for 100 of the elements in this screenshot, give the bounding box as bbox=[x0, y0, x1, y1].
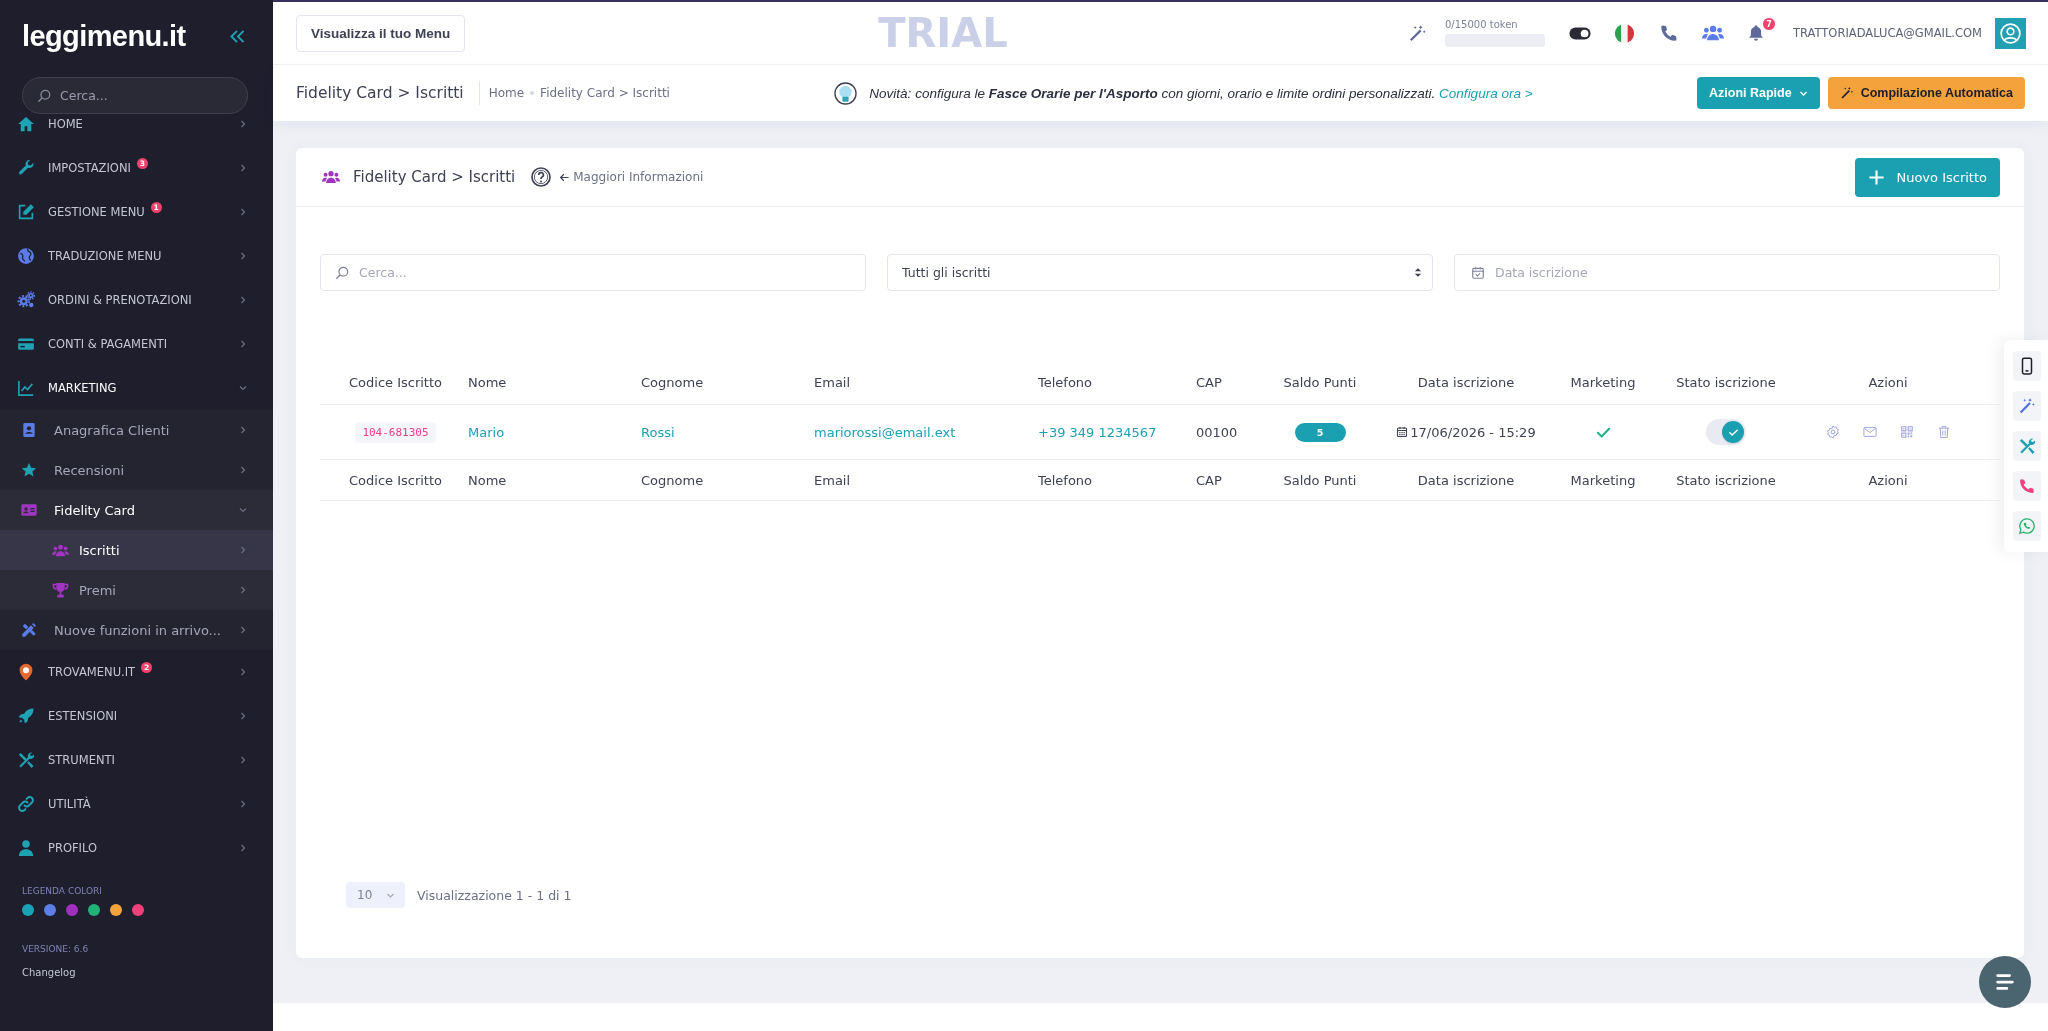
pencil-ruler-icon bbox=[21, 622, 37, 638]
sidebar-item[interactable]: Recensioni bbox=[0, 450, 273, 490]
sidebar-item[interactable]: ORDINI & PRENOTAZIONI bbox=[0, 278, 273, 322]
separator-dot-icon bbox=[530, 91, 535, 95]
page-title: Fidelity Card > Iscritti bbox=[296, 84, 464, 102]
sidebar-item[interactable]: Nuove funzioni in arrivo... bbox=[0, 610, 273, 650]
auto-fill-button[interactable]: Compilazione Automatica bbox=[1827, 77, 2025, 109]
magic-wand-icon bbox=[1839, 86, 1854, 100]
column-footer: Email bbox=[814, 472, 851, 488]
phone-icon[interactable] bbox=[2013, 471, 2041, 501]
search-icon bbox=[37, 88, 51, 103]
date-text: 17/06/2026 - 15:29 bbox=[1410, 424, 1536, 440]
qr-code-icon[interactable] bbox=[1899, 425, 1914, 439]
user-email[interactable]: TRATTORIADALUCA@GMAIL.COM bbox=[1793, 26, 1982, 40]
calendar-icon bbox=[1471, 265, 1485, 280]
column-header: Saldo Punti bbox=[1283, 374, 1357, 390]
sidebar-item[interactable]: ESTENSIONI bbox=[0, 694, 273, 738]
sidebar-item[interactable]: PROFILO bbox=[0, 826, 273, 870]
star-icon bbox=[21, 462, 37, 478]
member-code: 104-681305 bbox=[355, 421, 436, 443]
smartphone-icon[interactable] bbox=[2013, 351, 2041, 381]
column-footer: Stato iscrizione bbox=[1676, 472, 1776, 488]
user-icon bbox=[17, 839, 35, 857]
magic-wand-icon[interactable] bbox=[2013, 391, 2041, 421]
column-footer: Telefono bbox=[1038, 472, 1093, 488]
column-header: Stato iscrizione bbox=[1676, 374, 1776, 390]
more-info-link[interactable]: Maggiori Informazioni bbox=[559, 170, 704, 184]
search-field[interactable]: Cerca... bbox=[22, 77, 248, 114]
flag-icon[interactable] bbox=[1614, 22, 1635, 44]
column-header: Data iscrizione bbox=[1417, 374, 1515, 390]
column-footer: Azioni bbox=[1868, 472, 1908, 488]
users-icon bbox=[321, 168, 341, 186]
column-header: Azioni bbox=[1868, 374, 1908, 390]
status-toggle[interactable] bbox=[1706, 419, 1746, 445]
sidebar-item[interactable]: Iscritti bbox=[0, 530, 273, 570]
sidebar-item[interactable]: UTILITÀ bbox=[0, 782, 273, 826]
theme-toggle-icon[interactable] bbox=[1569, 26, 1591, 40]
table-cell: 00100 bbox=[1196, 424, 1238, 440]
pagination-summary: Visualizzazione 1 - 1 di 1 bbox=[417, 887, 572, 903]
calendar-icon bbox=[1396, 426, 1409, 438]
version-label: VERSIONE: 6.6 bbox=[22, 943, 90, 956]
search-icon bbox=[335, 265, 349, 280]
avatar-icon[interactable] bbox=[1995, 17, 2026, 49]
trophy-icon bbox=[52, 581, 69, 599]
status-select[interactable]: Tutti gli iscritti bbox=[887, 254, 1433, 291]
notice-text: Novità: configura le Fasce Orarie per l'Asporto con giorni, orario e limite ordini personalizzati. Configura ora > bbox=[869, 85, 1533, 101]
column-header: Marketing bbox=[1570, 374, 1636, 390]
column-footer: Cognome bbox=[641, 472, 704, 488]
view-menu-button[interactable]: Visualizza il tuo Menu bbox=[296, 14, 466, 52]
settings-icon[interactable] bbox=[1825, 425, 1840, 439]
column-header: Nome bbox=[468, 374, 507, 390]
sidebar-item[interactable]: CONTI & PAGAMENTI bbox=[0, 322, 273, 366]
lightbulb-icon bbox=[834, 81, 858, 105]
points-badge: 5 bbox=[1294, 422, 1346, 442]
column-header: Email bbox=[814, 374, 851, 390]
line-chart-icon bbox=[17, 379, 35, 397]
chat-bubble-icon[interactable] bbox=[2013, 511, 2041, 541]
id-card-icon bbox=[21, 502, 37, 518]
contact-book-icon bbox=[21, 422, 37, 438]
double-chevron-left-icon[interactable] bbox=[230, 29, 245, 43]
column-footer: Codice Iscritto bbox=[349, 472, 442, 488]
breadcrumb-current: Fidelity Card > Iscritti bbox=[540, 86, 670, 100]
lines-icon bbox=[1994, 971, 2016, 993]
globe-icon bbox=[17, 247, 35, 265]
mail-icon[interactable] bbox=[1862, 425, 1877, 439]
sidebar-item[interactable]: Premi bbox=[0, 570, 273, 610]
logo[interactable]: leggimenu.it bbox=[22, 18, 186, 54]
sort-caret-icon bbox=[1414, 267, 1422, 278]
tools-icon[interactable] bbox=[2013, 431, 2041, 461]
token-counter: 0/15000 token bbox=[1445, 19, 1518, 31]
changelog-link[interactable]: Changelog bbox=[22, 967, 76, 978]
sidebar-item[interactable]: TRADUZIONE MENU bbox=[0, 234, 273, 278]
sidebar-item[interactable]: HOME bbox=[0, 114, 273, 146]
sidebar-item[interactable]: Anagrafica Clienti bbox=[0, 410, 273, 450]
magic-wand-icon[interactable] bbox=[1408, 23, 1427, 43]
link-icon bbox=[17, 795, 35, 813]
legend-title: LEGENDA COLORI bbox=[22, 885, 103, 898]
sidebar-item[interactable]: MARKETING bbox=[0, 366, 273, 410]
tools-icon bbox=[17, 751, 35, 769]
column-footer: Nome bbox=[468, 472, 507, 488]
home-icon bbox=[17, 115, 35, 133]
arrow-left-icon bbox=[559, 171, 571, 183]
card-title: Fidelity Card > Iscritti bbox=[353, 168, 516, 186]
wrench-icon bbox=[17, 159, 35, 177]
sidebar-item[interactable]: Fidelity Card bbox=[0, 490, 273, 530]
notification-badge: 7 bbox=[1762, 17, 1776, 31]
help-icon[interactable] bbox=[531, 167, 552, 187]
column-header: Telefono bbox=[1038, 374, 1093, 390]
column-header: Cognome bbox=[641, 374, 704, 390]
edit-icon bbox=[17, 203, 35, 221]
column-footer: CAP bbox=[1196, 472, 1222, 488]
trash-icon[interactable] bbox=[1936, 425, 1951, 439]
plus-icon bbox=[1868, 168, 1886, 186]
breadcrumb-link[interactable]: Home bbox=[488, 86, 525, 100]
phone-icon[interactable] bbox=[1659, 23, 1679, 43]
credit-card-icon bbox=[17, 335, 35, 353]
map-pin-icon bbox=[17, 663, 35, 681]
sidebar-item[interactable]: STRUMENTI bbox=[0, 738, 273, 782]
bell-icon[interactable] bbox=[1747, 23, 1765, 43]
column-footer: Marketing bbox=[1570, 472, 1636, 488]
